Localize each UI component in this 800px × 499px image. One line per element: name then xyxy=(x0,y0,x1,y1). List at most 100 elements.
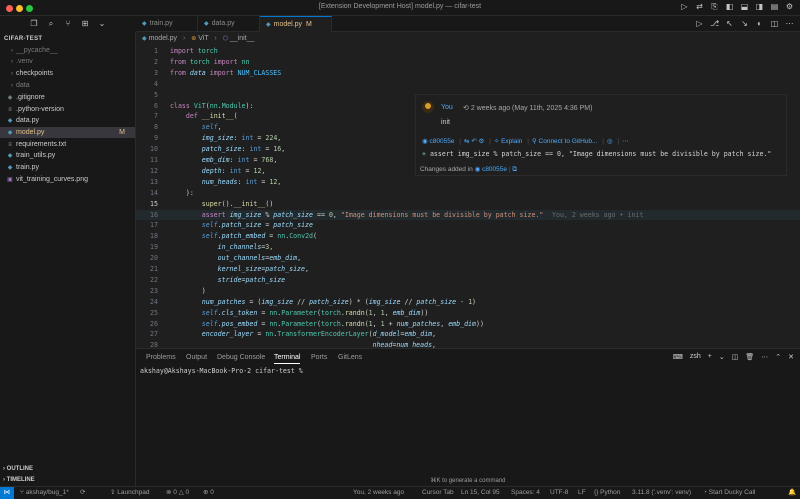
more-actions-icon[interactable]: ⋯ xyxy=(785,19,794,28)
code-line[interactable]: 25 self.cls_token = nn.Parameter(torch.r… xyxy=(136,308,800,319)
explain-link[interactable]: Explain xyxy=(501,138,522,145)
search-icon[interactable]: ⌕ xyxy=(46,19,56,29)
breadcrumb-file[interactable]: model.py xyxy=(149,35,177,42)
changes-sha-link[interactable]: c80055e xyxy=(482,166,507,173)
settings-icon[interactable]: ⚙ xyxy=(785,2,794,11)
launchpad-status[interactable]: ⇪ Launchpad xyxy=(110,487,149,499)
code-line[interactable]: 19 in_channels=3, xyxy=(136,242,800,253)
close-icon[interactable]: ✕ xyxy=(788,353,794,361)
new-terminal-icon[interactable]: + xyxy=(708,353,712,361)
tab-debug-console[interactable]: Debug Console xyxy=(217,354,265,361)
ports-status[interactable]: ⊕ 0 xyxy=(203,487,214,499)
open-changes-icon[interactable]: ⎇ xyxy=(710,19,719,28)
code-line[interactable]: 24 num_patches = (img_size // patch_size… xyxy=(136,297,800,308)
toggle-secondary-sidebar-icon[interactable]: ◨ xyxy=(755,2,764,11)
tree-file-train-utils[interactable]: ◆ train_utils.py xyxy=(0,150,135,161)
code-line[interactable]: 21 kernel_size=patch_size, xyxy=(136,264,800,275)
tree-file-model-py[interactable]: ◆ model.py M xyxy=(0,127,135,138)
code-line[interactable]: 20 out_channels=emb_dim, xyxy=(136,253,800,264)
eol-status[interactable]: LF xyxy=(578,487,586,499)
code-line[interactable]: 27 encoder_layer = nn.TransformerEncoder… xyxy=(136,329,800,340)
toggle-primary-sidebar-icon[interactable]: ◧ xyxy=(725,2,734,11)
tab-model-py[interactable]: ◆ model.py M xyxy=(260,16,332,32)
compare-icon[interactable]: ⇄ xyxy=(695,2,704,11)
tree-folder-data[interactable]: › data xyxy=(0,80,135,91)
terminal-prompt[interactable]: akshay@Akshays-MacBook-Pro-2 cifar-test … xyxy=(140,367,303,375)
gear-icon[interactable]: ⚙ xyxy=(478,138,484,145)
code-line[interactable]: 3 from data import NUM_CLASSES xyxy=(136,68,800,79)
tab-problems[interactable]: Problems xyxy=(146,354,176,361)
encoding-status[interactable]: UTF-8 xyxy=(550,487,568,499)
tree-file-requirements[interactable]: ≡ requirements.txt xyxy=(0,139,135,150)
toggle-panel-icon[interactable]: ⬓ xyxy=(740,2,749,11)
tree-folder-pycache[interactable]: › __pycache__ xyxy=(0,45,135,56)
breadcrumb-method[interactable]: __init__ xyxy=(230,35,255,42)
next-change-icon[interactable]: ↘ xyxy=(740,19,749,28)
code-line[interactable]: 14 ): xyxy=(136,188,800,199)
indentation-status[interactable]: Spaces: 4 xyxy=(511,487,540,499)
customize-layout-icon[interactable]: ▤ xyxy=(770,2,779,11)
breadcrumb-class[interactable]: ViT xyxy=(198,35,208,42)
previous-change-icon[interactable]: ↖ xyxy=(725,19,734,28)
sync-icon[interactable]: ⟳ xyxy=(80,487,85,499)
split-editor-icon[interactable]: ◫ xyxy=(770,19,779,28)
tree-file-data-py[interactable]: ◆ data.py xyxy=(0,115,135,126)
tree-folder-venv[interactable]: › .venv xyxy=(0,56,135,67)
code-line[interactable]: 4 xyxy=(136,79,800,90)
blame-icon[interactable]: ◐ xyxy=(755,19,764,28)
trash-icon[interactable]: 🗑 xyxy=(745,353,754,361)
code-line[interactable]: 13 num_heads: int = 12, xyxy=(136,177,800,188)
tree-file-train-py[interactable]: ◆ train.py xyxy=(0,162,135,173)
tab-train-py[interactable]: ◆ train.py xyxy=(136,16,198,32)
branch-status[interactable]: ⑂ akshay/bug_1* xyxy=(20,487,69,499)
copy-icon[interactable]: ⧉ xyxy=(512,166,517,173)
github-icon[interactable]: ◎ xyxy=(607,138,613,145)
source-control-icon[interactable]: ⑂ xyxy=(63,19,73,29)
chevron-down-icon[interactable]: ⌄ xyxy=(97,19,107,29)
undo-icon[interactable]: ↶ xyxy=(471,138,476,145)
tab-terminal[interactable]: Terminal xyxy=(274,354,301,364)
tree-file-training-curves[interactable]: ▣ vit_training_curves.png xyxy=(0,174,135,185)
code-line[interactable]: 17 self.patch_size = patch_size xyxy=(136,220,800,231)
tree-file-python-version[interactable]: ≡ .python-version xyxy=(0,104,135,115)
tree-file-gitignore[interactable]: ◆ .gitignore xyxy=(0,92,135,103)
run-icon[interactable]: ▷ xyxy=(680,2,689,11)
code-line[interactable]: 28 nhead=num_heads, xyxy=(136,340,800,348)
code-line[interactable]: 1 import torch xyxy=(136,46,800,57)
code-line[interactable]: 23 ) xyxy=(136,286,800,297)
connect-github-link[interactable]: Connect to GitHub... xyxy=(539,138,598,145)
code-line[interactable]: 26 self.pos_embed = nn.Parameter(torch.r… xyxy=(136,319,800,330)
language-status[interactable]: {} Python xyxy=(594,487,620,499)
outline-section[interactable]: › OUTLINE xyxy=(0,464,135,475)
run-file-icon[interactable]: ▷ xyxy=(695,19,704,28)
chevron-down-icon[interactable]: ⌄ xyxy=(719,353,725,361)
more-actions-icon[interactable]: ⋯ xyxy=(761,353,768,361)
shell-name[interactable]: zsh xyxy=(690,353,701,361)
split-terminal-icon[interactable]: ◫ xyxy=(732,353,739,361)
code-line[interactable]: 15 super().__init__() xyxy=(136,199,800,210)
cursor-position[interactable]: Ln 15, Col 95 xyxy=(461,487,500,499)
problems-status[interactable]: ⊗ 0 △ 0 xyxy=(166,487,189,499)
blame-status[interactable]: You, 2 weeks ago xyxy=(353,487,404,499)
tab-output[interactable]: Output xyxy=(186,354,207,361)
diff-icon[interactable]: ⎘ xyxy=(710,2,719,11)
maximize-panel-icon[interactable]: ⌃ xyxy=(775,353,781,361)
extensions-icon[interactable]: ⊞ xyxy=(80,19,90,29)
timeline-section[interactable]: › TIMELINE xyxy=(0,475,135,486)
code-line[interactable]: 2 from torch import nn xyxy=(136,57,800,68)
tab-ports[interactable]: Ports xyxy=(311,354,327,361)
code-line[interactable]: 18 self.patch_embed = nn.Conv2d( xyxy=(136,231,800,242)
notifications-icon[interactable]: 🔔 xyxy=(788,487,796,499)
files-icon[interactable]: ❐ xyxy=(29,19,39,29)
compare-icon[interactable]: ⇆ xyxy=(464,138,469,145)
more-icon[interactable]: ⋯ xyxy=(622,138,629,145)
tab-gitlens[interactable]: GitLens xyxy=(338,354,362,361)
cursor-tab-status[interactable]: Cursor Tab xyxy=(422,487,454,499)
commit-sha-link[interactable]: c80055e xyxy=(429,138,454,145)
ducky-call-status[interactable]: ◔ Start Ducky Call xyxy=(703,487,755,499)
interpreter-status[interactable]: 3.11.8 ('.venv': venv) xyxy=(632,487,691,499)
tab-data-py[interactable]: ◆ data.py xyxy=(198,16,260,32)
hover-author[interactable]: You xyxy=(441,104,453,111)
remote-indicator-icon[interactable]: ⋈ xyxy=(0,487,14,499)
code-line[interactable]: 16 assert img_size % patch_size == 0, "I… xyxy=(136,209,800,221)
